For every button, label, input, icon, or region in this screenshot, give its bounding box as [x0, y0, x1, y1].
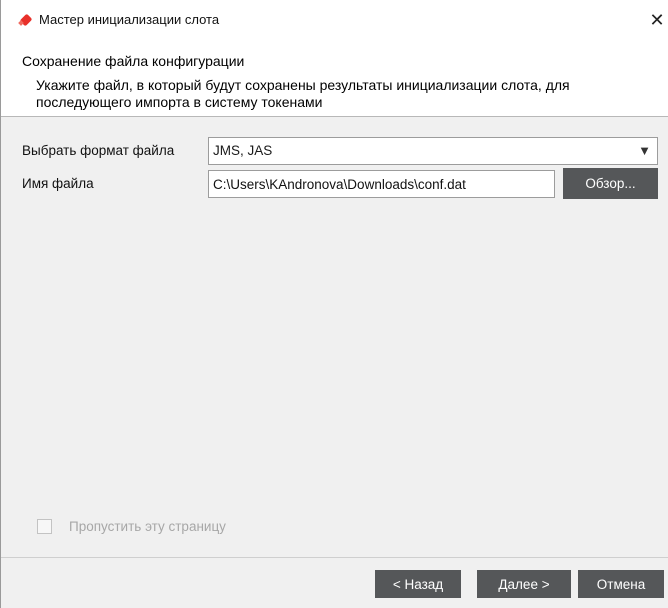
- skip-page-row[interactable]: Пропустить эту страницу: [37, 519, 226, 534]
- title-bar: Мастер инициализации слота ✕: [1, 0, 668, 40]
- skip-page-checkbox[interactable]: [37, 519, 52, 534]
- file-name-label: Имя файла: [22, 176, 94, 191]
- page-content: Выбрать формат файла JMS, JAS ▼ Имя файл…: [1, 117, 668, 557]
- wizard-window: Мастер инициализации слота ✕ Сохранение …: [0, 0, 668, 608]
- window-title: Мастер инициализации слота: [39, 12, 220, 27]
- file-format-value: JMS, JAS: [213, 143, 273, 158]
- file-format-select[interactable]: JMS, JAS ▼: [208, 137, 658, 165]
- cancel-button[interactable]: Отмена: [578, 570, 664, 598]
- file-name-input[interactable]: [208, 170, 555, 198]
- skip-page-label: Пропустить эту страницу: [69, 519, 226, 534]
- page-header: Сохранение файла конфигурации Укажите фа…: [1, 40, 668, 117]
- usb-token-icon: [17, 12, 33, 28]
- wizard-footer: < Назад Далее > Отмена: [1, 557, 668, 608]
- file-format-label: Выбрать формат файла: [22, 143, 175, 158]
- close-icon[interactable]: ✕: [646, 6, 668, 34]
- page-description: Укажите файл, в который будут сохранены …: [36, 77, 570, 110]
- next-button[interactable]: Далее >: [477, 570, 571, 598]
- dropdown-arrow-icon: ▼: [638, 143, 651, 158]
- page-title: Сохранение файла конфигурации: [22, 53, 245, 69]
- back-button[interactable]: < Назад: [375, 570, 461, 598]
- browse-button[interactable]: Обзор...: [563, 168, 658, 199]
